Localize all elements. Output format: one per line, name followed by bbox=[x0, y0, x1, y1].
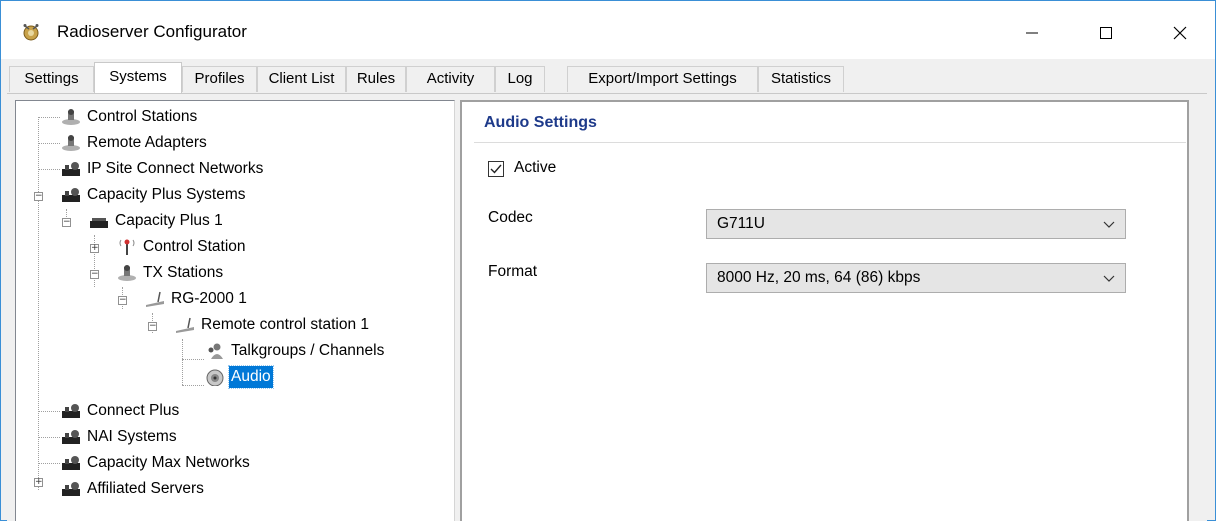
tab-statistics[interactable]: Statistics bbox=[758, 66, 844, 92]
tree-connector bbox=[182, 385, 204, 386]
tree-item-ip-site-connect-networks[interactable]: IP Site Connect Networks bbox=[60, 157, 265, 181]
network-icon bbox=[62, 162, 80, 176]
codec-value: G711U bbox=[717, 215, 765, 232]
tree-item-label: Control Stations bbox=[87, 108, 198, 125]
tree-connector bbox=[182, 339, 183, 385]
tree-item-label: IP Site Connect Networks bbox=[87, 160, 264, 177]
tree-item-label: Capacity Plus 1 bbox=[115, 212, 223, 229]
tree-item-audio[interactable]: Audio bbox=[204, 365, 274, 389]
close-button[interactable] bbox=[1157, 13, 1203, 53]
divider bbox=[474, 142, 1186, 143]
collapse-toggle[interactable]: − bbox=[62, 218, 71, 227]
minimize-button[interactable] bbox=[1009, 13, 1055, 53]
tree-item-label: Remote Adapters bbox=[87, 134, 207, 151]
network-icon bbox=[62, 188, 80, 202]
tree-item-label: RG-2000 1 bbox=[171, 290, 247, 307]
tree-item-nai-systems[interactable]: NAI Systems bbox=[60, 425, 179, 449]
collapse-toggle[interactable]: − bbox=[90, 270, 99, 279]
format-label: Format bbox=[488, 263, 538, 280]
tree-connector bbox=[38, 437, 60, 438]
title-bar[interactable]: Radioserver Configurator bbox=[1, 1, 1215, 59]
tab-strip: Settings Systems Profiles Client List Ru… bbox=[1, 59, 1215, 93]
systems-tree[interactable]: − − + − − − + Control Stations Remote Ad… bbox=[15, 100, 455, 521]
maximize-button[interactable] bbox=[1083, 13, 1129, 53]
format-value: 8000 Hz, 20 ms, 64 (86) kbps bbox=[717, 269, 921, 286]
radio-station-icon bbox=[118, 265, 136, 281]
network-icon bbox=[90, 218, 108, 228]
tree-connector bbox=[38, 117, 39, 490]
tree-item-capacity-max-networks[interactable]: Capacity Max Networks bbox=[60, 451, 252, 475]
radio-station-icon bbox=[62, 109, 80, 125]
tree-connector bbox=[182, 359, 204, 360]
tab-client-list[interactable]: Client List bbox=[257, 66, 346, 92]
chevron-down-icon bbox=[1103, 221, 1115, 228]
tree-item-label: Audio bbox=[228, 365, 274, 389]
maximize-icon bbox=[1100, 27, 1112, 39]
radio-station-icon bbox=[62, 135, 80, 151]
tab-export-import-settings[interactable]: Export/Import Settings bbox=[567, 66, 758, 92]
tree-item-label: Remote control station 1 bbox=[201, 316, 370, 333]
network-icon bbox=[62, 430, 80, 444]
tree-item-capacity-plus-systems[interactable]: Capacity Plus Systems bbox=[60, 183, 248, 207]
expand-toggle[interactable]: + bbox=[34, 478, 43, 487]
network-icon bbox=[62, 482, 80, 496]
tree-item-label: Affiliated Servers bbox=[87, 480, 204, 497]
tree-item-control-station[interactable]: Control Station bbox=[116, 235, 248, 259]
tree-item-control-stations[interactable]: Control Stations bbox=[60, 105, 199, 129]
close-icon bbox=[1173, 26, 1187, 40]
tree-item-label: Talkgroups / Channels bbox=[231, 342, 385, 359]
network-icon bbox=[62, 456, 80, 470]
tree-item-affiliated-servers[interactable]: Affiliated Servers bbox=[60, 477, 206, 501]
tree-item-label: Control Station bbox=[143, 238, 246, 255]
antenna-icon bbox=[119, 239, 135, 255]
tab-systems[interactable]: Systems bbox=[94, 62, 182, 93]
tab-content: − − + − − − + Control Stations Remote Ad… bbox=[7, 93, 1207, 521]
tree-item-capacity-plus-1[interactable]: Capacity Plus 1 bbox=[88, 209, 225, 233]
active-label[interactable]: Active bbox=[514, 159, 556, 177]
tree-connector bbox=[38, 117, 60, 118]
panel-edge bbox=[1195, 100, 1203, 521]
tab-settings[interactable]: Settings bbox=[9, 66, 94, 92]
network-icon bbox=[62, 404, 80, 418]
format-select[interactable]: 8000 Hz, 20 ms, 64 (86) kbps bbox=[706, 263, 1126, 293]
collapse-toggle[interactable]: − bbox=[34, 192, 43, 201]
tree-item-label: NAI Systems bbox=[87, 428, 177, 445]
minimize-icon bbox=[1026, 32, 1038, 34]
tree-item-label: Connect Plus bbox=[87, 402, 180, 419]
app-logo-icon bbox=[23, 24, 39, 41]
collapse-toggle[interactable]: − bbox=[148, 322, 157, 331]
tree-item-talkgroups-channels[interactable]: Talkgroups / Channels bbox=[204, 339, 386, 363]
panel-title: Audio Settings bbox=[484, 114, 597, 131]
codec-select[interactable]: G711U bbox=[706, 209, 1126, 239]
window-title: Radioserver Configurator bbox=[57, 22, 247, 41]
users-icon bbox=[208, 343, 223, 359]
app-window: Radioserver Configurator Settings System… bbox=[0, 0, 1216, 521]
expand-toggle[interactable]: + bbox=[90, 244, 99, 253]
tree-connector bbox=[38, 143, 60, 144]
tree-item-label: Capacity Max Networks bbox=[87, 454, 250, 471]
tab-log[interactable]: Log bbox=[495, 66, 545, 92]
radio-gateway-icon bbox=[146, 291, 164, 307]
radio-gateway-icon bbox=[176, 317, 194, 333]
tree-item-connect-plus[interactable]: Connect Plus bbox=[60, 399, 181, 423]
active-checkbox[interactable] bbox=[488, 161, 504, 177]
tree-item-remote-adapters[interactable]: Remote Adapters bbox=[60, 131, 209, 155]
tree-item-remote-control-station-1[interactable]: Remote control station 1 bbox=[174, 313, 371, 337]
tab-rules[interactable]: Rules bbox=[346, 66, 406, 92]
tree-connector bbox=[38, 411, 60, 412]
tree-connector bbox=[38, 463, 60, 464]
speaker-icon bbox=[206, 369, 224, 386]
chevron-down-icon bbox=[1103, 275, 1115, 282]
tree-item-rg-2000-1[interactable]: RG-2000 1 bbox=[144, 287, 249, 311]
tree-item-tx-stations[interactable]: TX Stations bbox=[116, 261, 225, 285]
tab-profiles[interactable]: Profiles bbox=[182, 66, 257, 92]
checkmark-icon bbox=[490, 164, 502, 174]
tree-item-label: Capacity Plus Systems bbox=[87, 186, 246, 203]
collapse-toggle[interactable]: − bbox=[118, 296, 127, 305]
codec-label: Codec bbox=[488, 209, 533, 226]
tree-connector bbox=[38, 169, 60, 170]
tree-item-label: TX Stations bbox=[143, 264, 224, 281]
tab-activity[interactable]: Activity bbox=[406, 66, 495, 92]
audio-settings-panel: Audio Settings Active Codec G711U Format… bbox=[460, 100, 1189, 521]
